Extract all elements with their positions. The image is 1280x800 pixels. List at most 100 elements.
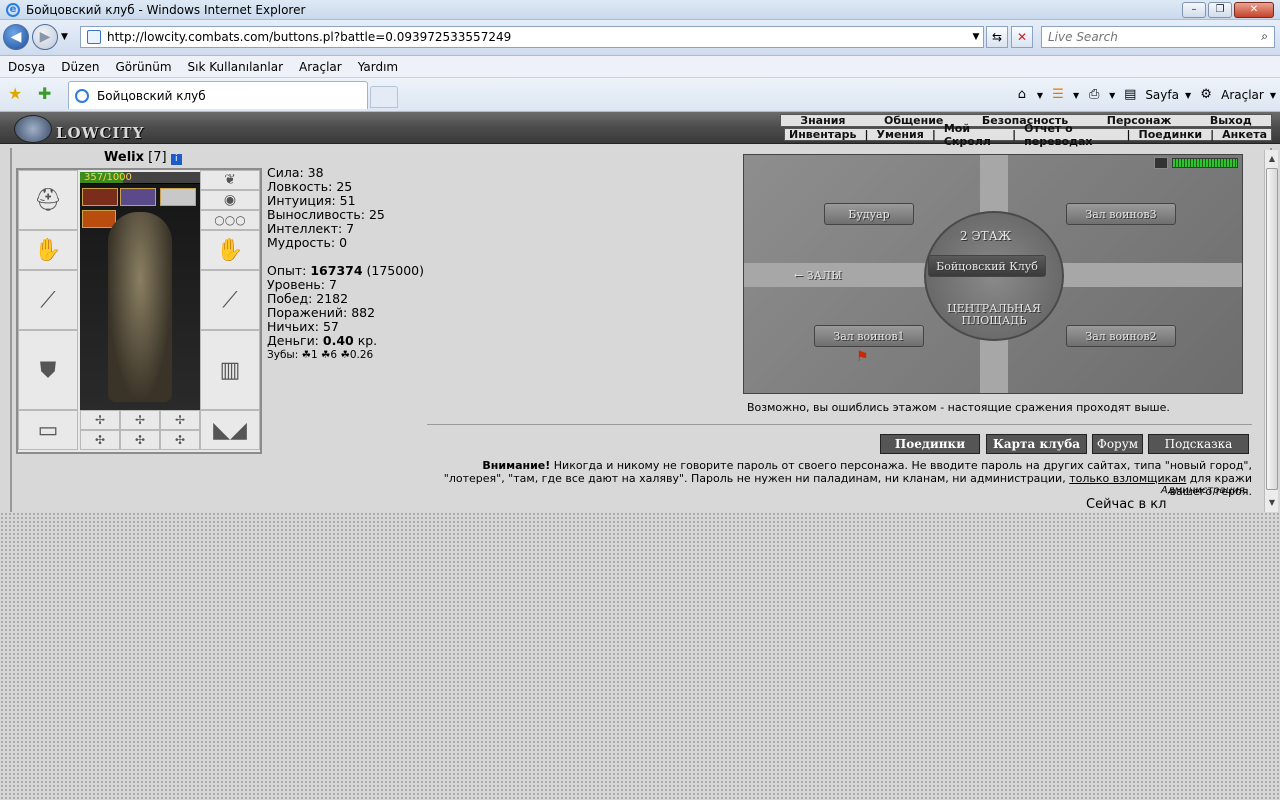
restore-button[interactable]: ❐ (1208, 2, 1232, 18)
effect-icon[interactable] (120, 188, 156, 206)
submenu-profile[interactable]: Анкета (1218, 128, 1271, 141)
map-hall1[interactable]: Зал воинов1 (814, 325, 924, 347)
belt-slot[interactable]: ▭ (18, 410, 78, 450)
fights-button[interactable]: Поединки (880, 434, 980, 454)
weapon-left-slot[interactable]: ⟋ (18, 270, 78, 330)
empty-slot-icon: ✢ (134, 413, 146, 427)
stat-level: Уровень: 7 (267, 277, 337, 292)
address-field[interactable]: http://lowcity.combats.com/buttons.pl?ba… (80, 26, 984, 48)
feeds-dropdown-icon[interactable]: ▼ (1073, 91, 1079, 100)
submenu-inventory[interactable]: Инвентарь (785, 128, 860, 141)
new-tab-button[interactable] (370, 86, 398, 108)
fire-effect-icon[interactable] (82, 210, 116, 228)
forward-button[interactable]: ▶ (32, 24, 58, 50)
administration-signature: Администрация. (1160, 485, 1248, 496)
url-dropdown-icon[interactable]: ▼ (969, 32, 983, 42)
tab-title: Бойцовский клуб (97, 88, 206, 103)
home-dropdown-icon[interactable]: ▼ (1037, 91, 1043, 100)
scroll-up-icon[interactable]: ▲ (1266, 152, 1278, 166)
favorites-star-icon[interactable]: ★ (8, 84, 22, 103)
menu-communication[interactable]: Общение (880, 114, 947, 127)
back-button[interactable]: ◀ (3, 24, 29, 50)
search-icon[interactable]: ⌕ (1261, 29, 1268, 44)
menu-file[interactable]: Dosya (0, 60, 53, 74)
armor-slot[interactable]: ⛊ (18, 330, 78, 410)
submenu-my-scroll[interactable]: Мой Скролл (940, 122, 1008, 148)
helmet-icon: ⛑ (34, 187, 62, 213)
pocket-slot[interactable]: ✣ (80, 430, 120, 450)
map-halls[interactable]: ← ЗАЛЫ (794, 269, 842, 282)
bracers-slot[interactable]: ✋ (18, 230, 78, 270)
empty-slot-icon: ✣ (134, 433, 146, 447)
menu-help[interactable]: Yardım (350, 60, 406, 74)
ring-slot[interactable]: ✢ (160, 410, 200, 430)
refresh-button[interactable]: ⇆ (986, 26, 1008, 48)
search-box[interactable]: ⌕ (1041, 26, 1275, 48)
boots-slot[interactable]: ◣◢ (200, 410, 260, 450)
character-nick[interactable]: Welix (104, 150, 144, 165)
submenu-sep: | (864, 128, 869, 141)
menu-favorites[interactable]: Sık Kullanılanlar (180, 60, 291, 74)
hint-button[interactable]: Подсказка (1148, 434, 1249, 454)
forum-button[interactable]: Форум (1092, 434, 1143, 454)
map-fight-club[interactable]: Бойцовский Клуб (928, 255, 1046, 277)
pocket-slot[interactable]: ✣ (120, 430, 160, 450)
map-floor-label: 2 ЭТАЖ (960, 229, 1012, 243)
vertical-scrollbar[interactable]: ▲ ▼ (1264, 150, 1278, 512)
map-boudoir[interactable]: Будуар (824, 203, 914, 225)
search-input[interactable] (1042, 27, 1242, 47)
submenu-transfer-report[interactable]: Отчет о переводах (1020, 122, 1122, 148)
security-warning: Внимание! Никогда и никому не говорите п… (432, 459, 1252, 498)
character-level: [7] (148, 150, 167, 165)
add-favorite-icon[interactable]: ✚ (38, 84, 51, 103)
hackers-link[interactable]: только взломщикам (1069, 472, 1186, 485)
map-hall3[interactable]: Зал воинов3 (1066, 203, 1176, 225)
helmet-slot[interactable]: ⛑ (18, 170, 78, 230)
page-dropdown-icon[interactable]: ▼ (1185, 91, 1191, 100)
tab-active[interactable]: Бойцовский клуб (68, 81, 368, 109)
ring-slot[interactable]: ✢ (80, 410, 120, 430)
scroll-down-icon[interactable]: ▼ (1266, 496, 1278, 510)
info-icon[interactable]: i (170, 154, 182, 165)
map-icon[interactable] (1154, 157, 1168, 169)
home-icon[interactable]: ⌂ (1013, 86, 1031, 104)
tools-dropdown-icon[interactable]: ▼ (1270, 91, 1276, 100)
page-menu-button[interactable]: Sayfa (1145, 88, 1179, 102)
menu-edit[interactable]: Düzen (53, 60, 107, 74)
submenu-fights[interactable]: Поединки (1135, 128, 1207, 141)
rings-slot[interactable]: ○○○ (200, 210, 260, 230)
menu-tools[interactable]: Araçlar (291, 60, 350, 74)
print-dropdown-icon[interactable]: ▼ (1109, 91, 1115, 100)
scroll-icon[interactable] (160, 188, 196, 206)
window-title-bar: e Бойцовский клуб - Windows Internet Exp… (0, 0, 1280, 20)
close-window-button[interactable]: ✕ (1234, 2, 1274, 18)
map-timer-bar (1172, 158, 1238, 168)
menu-knowledge[interactable]: Знания (796, 114, 849, 127)
pocket-slot[interactable]: ✣ (160, 430, 200, 450)
leggings-slot[interactable]: ▥ (200, 330, 260, 410)
tab-ie-icon (75, 88, 89, 103)
empty-slot-icon: ✣ (94, 433, 106, 447)
weapon-right-slot[interactable]: ⟋ (200, 270, 260, 330)
tools-menu-button[interactable]: Araçlar (1221, 88, 1264, 102)
feeds-icon[interactable]: ☰ (1049, 86, 1067, 104)
hp-bar: 357/1000 (80, 172, 200, 184)
minimize-button[interactable]: – (1182, 2, 1206, 18)
amulet-slot[interactable]: ◉ (200, 190, 260, 210)
print-icon[interactable]: ⎙ (1085, 86, 1103, 104)
submenu-skills[interactable]: Умения (873, 128, 928, 141)
earrings-slot[interactable]: ❦ (200, 170, 260, 190)
menu-view[interactable]: Görünüm (107, 60, 179, 74)
map-note: Возможно, вы ошиблись этажом - настоящие… (747, 401, 1170, 414)
history-dropdown-icon[interactable]: ▼ (61, 32, 68, 42)
map-central-square[interactable]: ЦЕНТРАЛЬНАЯ ПЛОЩАДЬ (934, 303, 1054, 327)
map-hall2[interactable]: Зал воинов2 (1066, 325, 1176, 347)
gloves-slot[interactable]: ✋ (200, 230, 260, 270)
club-map-button[interactable]: Карта клуба (986, 434, 1087, 454)
menu-exit[interactable]: Выход (1206, 114, 1256, 127)
stop-button[interactable]: ✕ (1011, 26, 1033, 48)
effect-icon[interactable] (82, 188, 118, 206)
stat-endurance: Выносливость: 25 (267, 207, 385, 222)
ring-slot[interactable]: ✢ (120, 410, 160, 430)
scroll-thumb[interactable] (1266, 168, 1278, 490)
